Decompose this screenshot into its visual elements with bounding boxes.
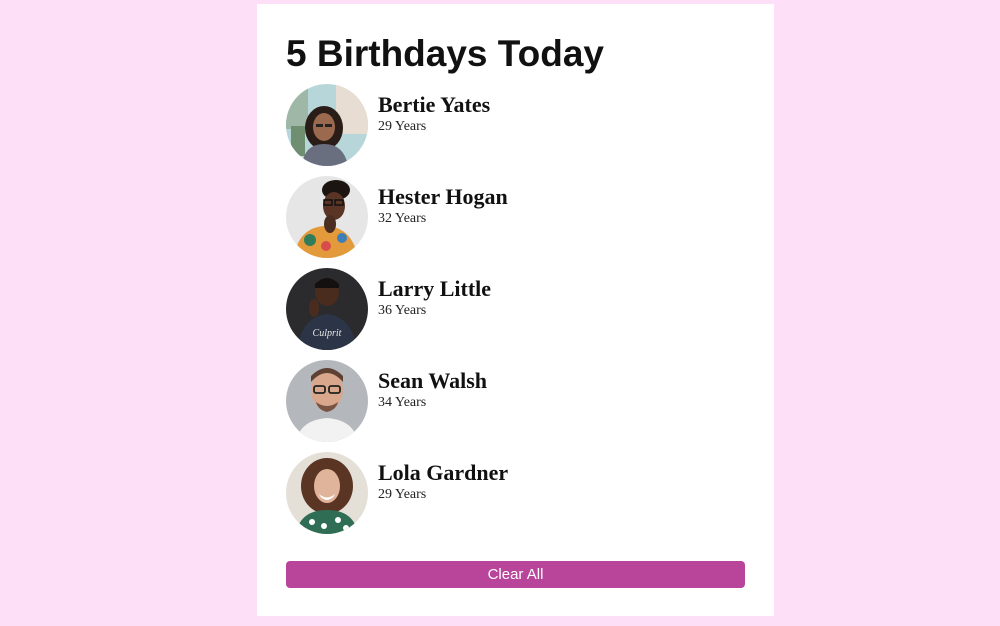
clear-all-button[interactable]: Clear All: [286, 561, 745, 588]
woman-curly-hair-portrait-icon: [286, 452, 368, 534]
avatar: [286, 452, 368, 534]
avatar: [286, 84, 368, 166]
avatar: [286, 360, 368, 442]
person-name: Hester Hogan: [378, 184, 508, 209]
man-dark-background-portrait-icon: Culprit: [286, 268, 368, 350]
avatar: [286, 176, 368, 258]
svg-text:Culprit: Culprit: [313, 328, 342, 339]
list-item: Sean Walsh 34 Years: [286, 360, 746, 442]
person-age: 36 Years: [378, 303, 427, 318]
person-age: 32 Years: [378, 211, 427, 226]
list-item: Culprit Larry Little 36 Years: [286, 268, 746, 350]
list-item: Hester Hogan 32 Years: [286, 176, 746, 258]
person-age: 34 Years: [378, 395, 427, 410]
woman-street-portrait-icon: [286, 84, 368, 166]
page-title: 5 Birthdays Today: [286, 33, 605, 74]
avatar: Culprit: [286, 268, 368, 350]
man-glasses-portrait-icon: [286, 360, 368, 442]
person-name: Bertie Yates: [378, 92, 491, 117]
person-age: 29 Years: [378, 119, 427, 134]
person-name: Sean Walsh: [378, 368, 488, 393]
birthday-card: 5 Birthdays Today Bertie Yates 29 Years: [257, 4, 774, 616]
list-item: Lola Gardner 29 Years: [286, 452, 746, 534]
person-name: Larry Little: [378, 276, 492, 301]
person-age: 29 Years: [378, 487, 427, 502]
woman-glasses-portrait-icon: [286, 176, 368, 258]
list-item: Bertie Yates 29 Years: [286, 84, 746, 166]
person-name: Lola Gardner: [378, 460, 509, 485]
birthday-list: Bertie Yates 29 Years Hester Hogan 32 Ye…: [286, 84, 746, 544]
